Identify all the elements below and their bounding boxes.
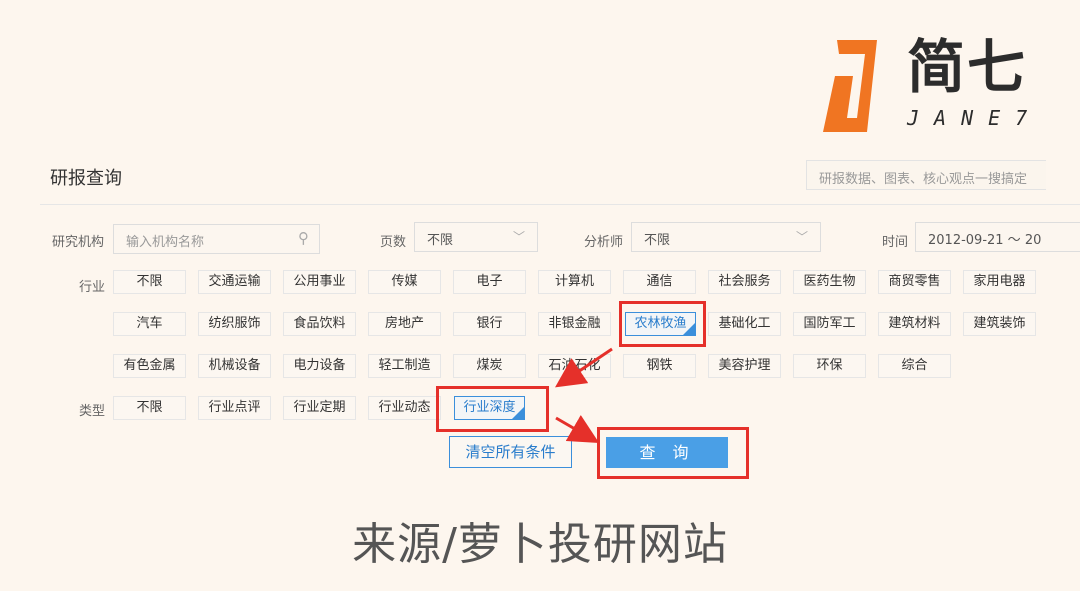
arrow-industry-to-type bbox=[555, 347, 613, 388]
arrow-type-to-query bbox=[555, 414, 600, 444]
source-caption: 来源/萝卜投研网站 bbox=[352, 519, 728, 570]
annotation-arrows bbox=[555, 347, 613, 444]
